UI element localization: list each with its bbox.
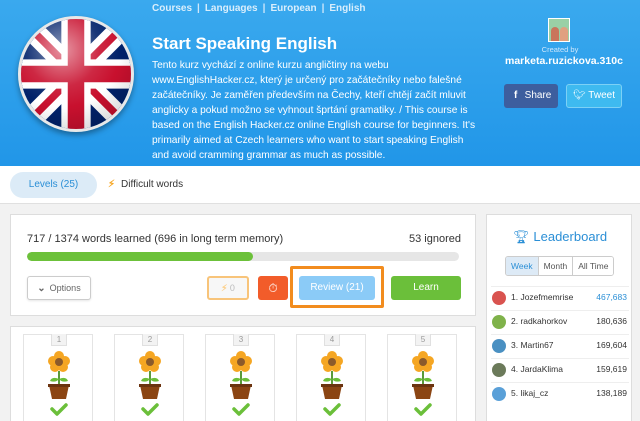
level-number: 3 [233, 334, 249, 346]
leaderboard-points: 180,636 [596, 316, 627, 326]
leaderboard-row[interactable]: 3. Martin67 169,604 [491, 334, 629, 356]
level-number: 5 [415, 334, 431, 346]
leaderboard-points: 138,189 [596, 388, 627, 398]
course-tabs: Levels (25) ⚡︎ Difficult words [0, 166, 640, 204]
leaderboard-row[interactable]: 2. radkahorkov 180,636 [491, 310, 629, 332]
tab-levels[interactable]: Levels (25) [10, 172, 97, 198]
tab-week[interactable]: Week [506, 257, 539, 275]
tab-month[interactable]: Month [538, 257, 574, 275]
words-learned-text: 717 / 1374 words learned (696 in long te… [27, 233, 284, 245]
tab-difficult-label: Difficult words [121, 179, 184, 190]
avatar [492, 315, 506, 329]
level-number: 1 [51, 334, 67, 346]
uk-flag-icon [18, 16, 134, 132]
breadcrumb: Courses | Languages | European | English [152, 3, 366, 14]
leaderboard-row[interactable]: 4. JardaKlima 159,619 [491, 358, 629, 380]
leaderboard-username: 1. Jozefmemrise [511, 292, 574, 302]
leaderboard-username: 5. likaj_cz [511, 388, 549, 398]
course-title: Start Speaking English [152, 34, 338, 53]
leaderboard-points: 159,619 [596, 364, 627, 374]
level-card[interactable]: 1 [23, 334, 93, 421]
leaderboard-points: 169,604 [596, 340, 627, 350]
learn-button[interactable]: Learn [391, 276, 461, 300]
breadcrumb-languages[interactable]: Languages [205, 3, 258, 14]
breadcrumb-english[interactable]: English [329, 3, 365, 14]
facebook-share-button[interactable]: f Share [504, 84, 558, 108]
level-card[interactable]: 4 [296, 334, 366, 421]
share-label: Share [524, 90, 552, 101]
course-header: Courses | Languages | European | English Start… [0, 0, 640, 166]
creator-avatar[interactable] [548, 18, 570, 42]
created-by-label: Created by [541, 45, 579, 54]
options-label: Options [49, 283, 81, 293]
leaderboard-username: 4. JardaKlima [511, 364, 563, 374]
progress-bar [27, 252, 459, 261]
avatar [492, 339, 506, 353]
breadcrumb-european[interactable]: European [270, 3, 316, 14]
levels-grid: 1 2 3 4 5 [10, 326, 476, 421]
ignored-count-link[interactable]: 53 ignored [409, 233, 461, 245]
leaderboard-tabs: Week Month All Time [505, 256, 615, 276]
progress-panel: 717 / 1374 words learned (696 in long te… [10, 214, 476, 316]
twitter-icon: 🐦︎ [573, 90, 589, 101]
course-description: Tento kurz vychází z online kurzu anglič… [152, 60, 476, 161]
tweet-label: Tweet [588, 90, 615, 101]
leaderboard-title-text: Leaderboard [533, 229, 608, 244]
trophy-icon: 🏆︎ [512, 229, 530, 244]
difficult-words-button[interactable]: ⚡︎ 0 [207, 276, 249, 300]
level-number: 2 [142, 334, 158, 346]
level-card[interactable]: 3 [205, 334, 275, 421]
leaderboard-row[interactable]: 1. Jozefmemrise 467,683 [491, 286, 629, 308]
leaderboard-title: 🏆︎ Leaderboard [487, 229, 633, 245]
level-card[interactable]: 5 [387, 334, 457, 421]
leaderboard: 🏆︎ Leaderboard Week Month All Time 1. Joz… [486, 214, 632, 421]
chevron-down-icon: ⌄ [37, 283, 46, 294]
breadcrumb-courses[interactable]: Courses [152, 3, 192, 14]
creator-name[interactable]: marketa.ruzickova.310c [505, 55, 623, 67]
avatar [492, 363, 506, 377]
lightning-icon: ⚡︎ [108, 179, 116, 190]
options-button[interactable]: ⌄ Options [27, 276, 91, 300]
progress-fill [27, 252, 253, 261]
lightning-icon: ⚡︎ [221, 283, 228, 293]
avatar [492, 291, 506, 305]
leaderboard-username: 3. Martin67 [511, 340, 554, 350]
avatar [492, 387, 506, 401]
level-number: 4 [324, 334, 340, 346]
leaderboard-username: 2. radkahorkov [511, 316, 568, 326]
tab-all-time[interactable]: All Time [573, 257, 614, 275]
review-button[interactable]: Review (21) [299, 276, 375, 300]
level-card[interactable]: 2 [114, 334, 184, 421]
tweet-button[interactable]: 🐦︎ Tweet [566, 84, 622, 108]
difficult-count: 0 [229, 283, 235, 293]
stopwatch-icon: ⏱︎ [268, 281, 278, 295]
speed-review-button[interactable]: ⏱︎ [258, 276, 288, 300]
facebook-icon: f [513, 90, 518, 101]
tab-difficult-words[interactable]: ⚡︎ Difficult words [108, 172, 183, 198]
leaderboard-points: 467,683 [596, 292, 627, 302]
leaderboard-row[interactable]: 5. likaj_cz 138,189 [491, 382, 629, 404]
